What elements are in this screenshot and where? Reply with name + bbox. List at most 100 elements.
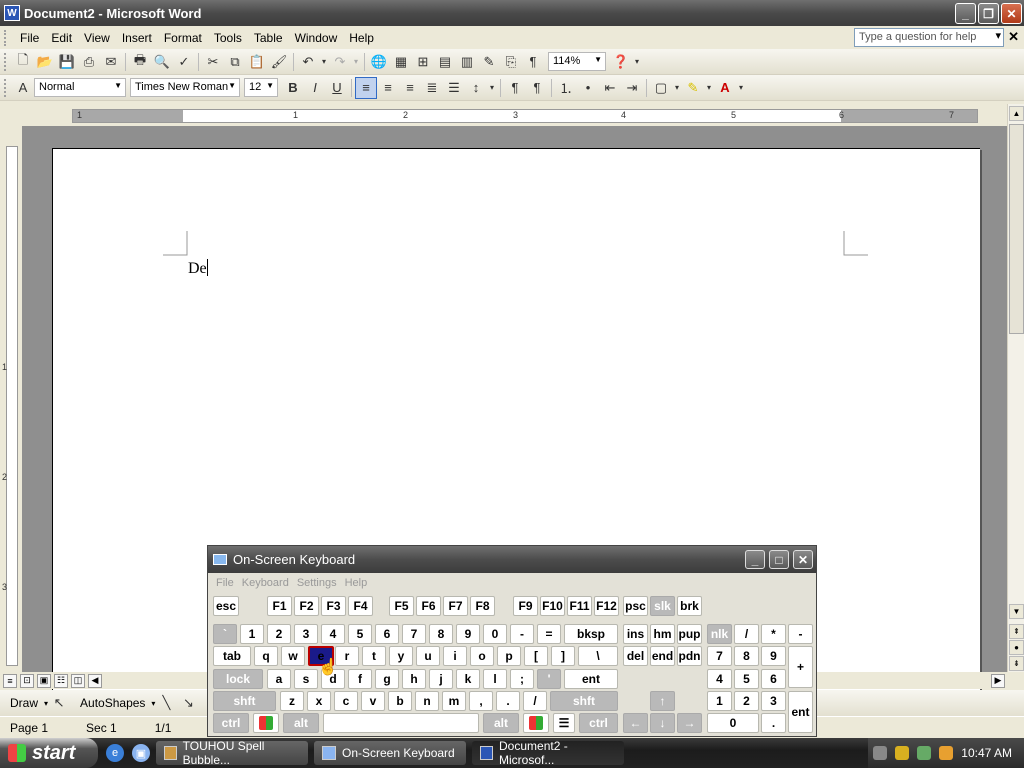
document-close-icon[interactable]: ✕ [1008, 29, 1019, 45]
key-h[interactable]: h [402, 669, 426, 689]
key-period[interactable]: . [496, 691, 520, 711]
key-r[interactable]: r [335, 646, 359, 666]
osk-close-button[interactable]: ✕ [793, 550, 813, 569]
highlight-dropdown-icon[interactable]: ▾ [704, 77, 714, 99]
document-map-icon[interactable]: ⎘ [500, 51, 522, 73]
outline-view-icon[interactable]: ☷ [54, 673, 68, 688]
key-5[interactable]: 5 [348, 624, 372, 644]
border-icon[interactable]: ▢ [650, 77, 672, 99]
key-comma[interactable]: , [469, 691, 493, 711]
key-minus[interactable]: - [510, 624, 534, 644]
key-down-arrow[interactable]: ↓ [650, 713, 675, 733]
key-left-shift[interactable]: shft [213, 691, 276, 711]
columns-icon[interactable]: ▥ [456, 51, 478, 73]
horizontal-ruler[interactable]: 1 1 2 3 4 5 6 7 [0, 104, 1007, 126]
key-right-shift[interactable]: shft [550, 691, 618, 711]
word-app-icon[interactable]: W [4, 5, 20, 21]
key-y[interactable]: y [389, 646, 413, 666]
spelling-icon[interactable]: ✓ [173, 51, 195, 73]
normal-view-icon[interactable]: ≡ [3, 673, 17, 688]
key-psc[interactable]: psc [623, 596, 648, 616]
task-on-screen-keyboard[interactable]: On-Screen Keyboard [314, 741, 466, 765]
key-f2[interactable]: F2 [294, 596, 319, 616]
font-select[interactable]: Times New Roman ▼ [130, 78, 240, 97]
key-g[interactable]: g [375, 669, 399, 689]
key-left-arrow[interactable]: ← [623, 713, 648, 733]
security-shield-icon[interactable] [895, 746, 910, 760]
restore-button[interactable]: ❐ [978, 3, 999, 24]
key-7[interactable]: 7 [402, 624, 426, 644]
key-tab[interactable]: tab [213, 646, 251, 666]
print-icon[interactable]: 🖶 [129, 51, 151, 73]
key-0[interactable]: 0 [483, 624, 507, 644]
key-np-3[interactable]: 3 [761, 691, 786, 711]
new-icon[interactable]: 🗋 [12, 51, 34, 73]
menu-edit[interactable]: Edit [45, 31, 78, 45]
key-brk[interactable]: brk [677, 596, 702, 616]
key-m[interactable]: m [442, 691, 466, 711]
key-np-multiply[interactable]: * [761, 624, 786, 644]
key-quote[interactable]: ' [537, 669, 561, 689]
key-o[interactable]: o [470, 646, 494, 666]
key-f6[interactable]: F6 [416, 596, 441, 616]
justify-icon[interactable]: ≣ [421, 77, 443, 99]
menu-format[interactable]: Format [158, 31, 208, 45]
tables-borders-icon[interactable]: ▦ [390, 51, 412, 73]
print-preview-icon[interactable]: 🔍 [151, 51, 173, 73]
key-np-enter[interactable]: ent [788, 691, 813, 733]
close-button[interactable]: ✕ [1001, 3, 1022, 24]
menu-view[interactable]: View [78, 31, 116, 45]
key-f7[interactable]: F7 [443, 596, 468, 616]
key-z[interactable]: z [280, 691, 304, 711]
key-w[interactable]: w [281, 646, 305, 666]
align-center-icon[interactable]: ≡ [377, 77, 399, 99]
scroll-right-icon[interactable]: ▶ [991, 673, 1005, 688]
key-2[interactable]: 2 [267, 624, 291, 644]
osk-menu-keyboard[interactable]: Keyboard [242, 577, 289, 589]
copy-icon[interactable]: ⧉ [224, 51, 246, 73]
key-np-1[interactable]: 1 [707, 691, 732, 711]
osk-menu-help[interactable]: Help [345, 577, 368, 589]
osk-minimize-button[interactable]: _ [745, 550, 765, 569]
key-8[interactable]: 8 [429, 624, 453, 644]
key-np-0[interactable]: 0 [707, 713, 759, 733]
distributed-icon[interactable]: ☰ [443, 77, 465, 99]
permission-icon[interactable]: ⎙ [78, 51, 100, 73]
line-icon[interactable]: ╲ [155, 692, 177, 714]
help-icon[interactable]: ❓ [610, 51, 632, 73]
minimize-button[interactable]: _ [955, 3, 976, 24]
key-bksp[interactable]: bksp [564, 624, 618, 644]
zoom-select[interactable]: 114% ▼ [548, 52, 606, 71]
font-size-select[interactable]: 12 ▼ [244, 78, 278, 97]
key-np-subtract[interactable]: - [788, 624, 813, 644]
key-up-arrow[interactable]: ↑ [650, 691, 675, 711]
key-1[interactable]: 1 [240, 624, 264, 644]
increase-indent-icon[interactable]: ⇥ [621, 77, 643, 99]
key-caps-lock[interactable]: lock [213, 669, 263, 689]
email-icon[interactable]: ✉ [100, 51, 122, 73]
highlight-icon[interactable]: ✎ [682, 77, 704, 99]
key-slk[interactable]: slk [650, 596, 675, 616]
redo-dropdown-icon[interactable]: ▾ [351, 51, 361, 73]
undo-dropdown-icon[interactable]: ▾ [319, 51, 329, 73]
key-3[interactable]: 3 [294, 624, 318, 644]
reading-layout-icon[interactable]: ◫ [71, 673, 85, 688]
key-f9[interactable]: F9 [513, 596, 538, 616]
key-nlk[interactable]: nlk [707, 624, 732, 644]
menu-table[interactable]: Table [248, 31, 289, 45]
key-v[interactable]: v [361, 691, 385, 711]
show-hide-icon[interactable]: ¶ [522, 51, 544, 73]
key-f[interactable]: f [348, 669, 372, 689]
volume-icon[interactable] [917, 746, 932, 760]
osk-menu-file[interactable]: File [216, 577, 234, 589]
undo-icon[interactable]: ↶ [297, 51, 319, 73]
key-np-2[interactable]: 2 [734, 691, 759, 711]
help-search-input[interactable]: Type a question for help ▾ [854, 28, 1004, 47]
bold-icon[interactable]: B [282, 77, 304, 99]
redo-icon[interactable]: ↷ [329, 51, 351, 73]
key-slash[interactable]: / [523, 691, 547, 711]
key-end[interactable]: end [650, 646, 675, 666]
menu-file[interactable]: File [14, 31, 45, 45]
key-t[interactable]: t [362, 646, 386, 666]
key-np-9[interactable]: 9 [761, 646, 786, 666]
